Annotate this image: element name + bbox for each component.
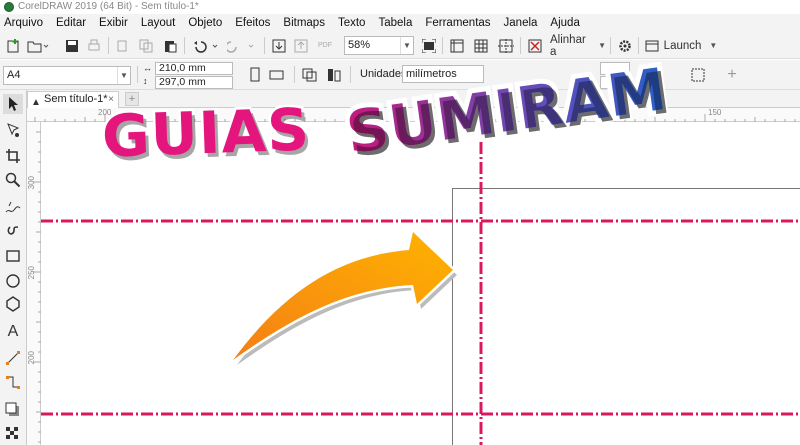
chevron-down-icon: ▼ xyxy=(400,37,413,54)
document-tab-label: Sem título-1* xyxy=(44,93,108,105)
snap-off-icon[interactable] xyxy=(526,37,544,54)
zoom-tool-icon[interactable] xyxy=(3,170,23,190)
drawing-canvas[interactable] xyxy=(41,122,800,445)
property-bar: A4 ▼ ↔ ↕ 210,0 mm 297,0 mm Unidades: mil… xyxy=(0,60,800,90)
headline-word-guias: GUIAS xyxy=(98,93,313,173)
menu-objeto[interactable]: Objeto xyxy=(188,17,222,29)
toolbox: A xyxy=(0,90,27,445)
drop-shadow-tool-icon[interactable] xyxy=(3,400,23,420)
rectangle-tool-icon[interactable] xyxy=(3,246,23,266)
window-title: CorelDRAW 2019 (64 Bit) - Sem título-1* xyxy=(18,1,199,12)
text-tool-icon[interactable]: A xyxy=(3,322,23,342)
all-pages-icon[interactable] xyxy=(300,66,320,83)
menu-bitmaps[interactable]: Bitmaps xyxy=(283,17,325,29)
undo-icon[interactable] xyxy=(190,37,222,54)
menu-exibir[interactable]: Exibir xyxy=(99,17,128,29)
cut-icon[interactable] xyxy=(114,37,130,54)
chevron-down-icon: ▼ xyxy=(598,41,606,50)
chevron-down-icon: ▼ xyxy=(117,67,130,84)
polygon-tool-icon[interactable] xyxy=(3,294,23,314)
menu-texto[interactable]: Texto xyxy=(338,17,366,29)
vertical-ruler[interactable]: 300 250 200 xyxy=(27,122,41,445)
coreldraw-logo-icon xyxy=(4,2,14,12)
show-grid-icon[interactable] xyxy=(472,37,490,54)
chevron-down-icon: ▼ xyxy=(709,41,718,50)
export-icon[interactable] xyxy=(292,37,310,54)
freehand-tool-icon[interactable] xyxy=(3,198,23,218)
menu-janela[interactable]: Janela xyxy=(504,17,538,29)
standard-toolbar: PDF 58% ▼ Alinhar a ▼ Launch ▼ xyxy=(0,32,800,59)
menu-editar[interactable]: Editar xyxy=(56,17,86,29)
full-screen-icon[interactable] xyxy=(420,37,438,54)
zoom-level-select[interactable]: 58% ▼ xyxy=(344,36,414,55)
add-page-icon[interactable]: + xyxy=(724,66,740,83)
page-height-value: 297,0 mm xyxy=(159,76,206,88)
artistic-media-tool-icon[interactable] xyxy=(3,223,23,243)
parallel-dimension-tool-icon[interactable] xyxy=(3,348,23,368)
pick-tool-icon[interactable] xyxy=(3,94,23,114)
guides-and-arrow xyxy=(41,122,800,445)
zoom-level-value: 58% xyxy=(348,39,371,51)
launch-label: Launch xyxy=(663,39,702,52)
menu-ajuda[interactable]: Ajuda xyxy=(550,17,579,29)
page-width-value: 210,0 mm xyxy=(159,62,206,74)
ruler-label-200-vertical: 200 xyxy=(27,351,36,365)
show-guidelines-icon[interactable] xyxy=(496,37,516,54)
print-icon[interactable] xyxy=(86,37,102,54)
publish-pdf-icon[interactable]: PDF xyxy=(314,37,336,54)
treat-as-filled-icon[interactable] xyxy=(688,66,708,83)
title-bar: CorelDRAW 2019 (64 Bit) - Sem título-1* xyxy=(0,0,800,14)
units-value: milímetros xyxy=(406,68,457,80)
align-to-button[interactable]: Alinhar a ▼ xyxy=(550,34,606,58)
save-icon[interactable] xyxy=(64,37,80,54)
import-icon[interactable] xyxy=(270,37,288,54)
height-icon: ↕ xyxy=(143,76,148,86)
gear-icon[interactable] xyxy=(616,37,634,54)
launch-icon xyxy=(645,40,659,51)
align-to-label: Alinhar a xyxy=(550,33,586,58)
menu-bar: Arquivo Editar Exibir Layout Objeto Efei… xyxy=(0,14,800,32)
current-page-icon[interactable] xyxy=(324,66,344,83)
open-folder-icon[interactable] xyxy=(26,37,50,54)
connector-tool-icon[interactable] xyxy=(3,372,23,392)
width-icon: ↔ xyxy=(143,63,152,73)
show-rulers-icon[interactable] xyxy=(448,37,466,54)
menu-ferramentas[interactable]: Ferramentas xyxy=(425,17,490,29)
ruler-label-150: 150 xyxy=(708,108,722,117)
page-width-field[interactable]: 210,0 mm xyxy=(155,62,233,75)
ruler-label-300: 300 xyxy=(27,176,36,190)
transparency-tool-icon[interactable] xyxy=(3,424,23,444)
menu-efeitos[interactable]: Efeitos xyxy=(235,17,270,29)
page-size-value: A4 xyxy=(7,69,21,81)
new-document-icon[interactable] xyxy=(4,37,22,54)
copy-icon[interactable] xyxy=(138,37,154,54)
redo-icon[interactable] xyxy=(226,37,258,54)
page-height-field[interactable]: 297,0 mm xyxy=(155,76,233,89)
ellipse-tool-icon[interactable] xyxy=(3,271,23,291)
menu-tabela[interactable]: Tabela xyxy=(378,17,412,29)
page-size-select[interactable]: A4 ▼ xyxy=(3,66,131,85)
portrait-icon[interactable] xyxy=(246,66,264,83)
paste-icon[interactable] xyxy=(162,37,178,54)
ruler-label-250: 250 xyxy=(27,266,36,280)
menu-arquivo[interactable]: Arquivo xyxy=(4,17,43,29)
shape-tool-icon[interactable] xyxy=(3,120,23,140)
launch-button[interactable]: Launch ▼ xyxy=(644,37,718,54)
menu-layout[interactable]: Layout xyxy=(141,17,176,29)
crop-tool-icon[interactable] xyxy=(3,146,23,166)
landscape-icon[interactable] xyxy=(268,66,286,83)
